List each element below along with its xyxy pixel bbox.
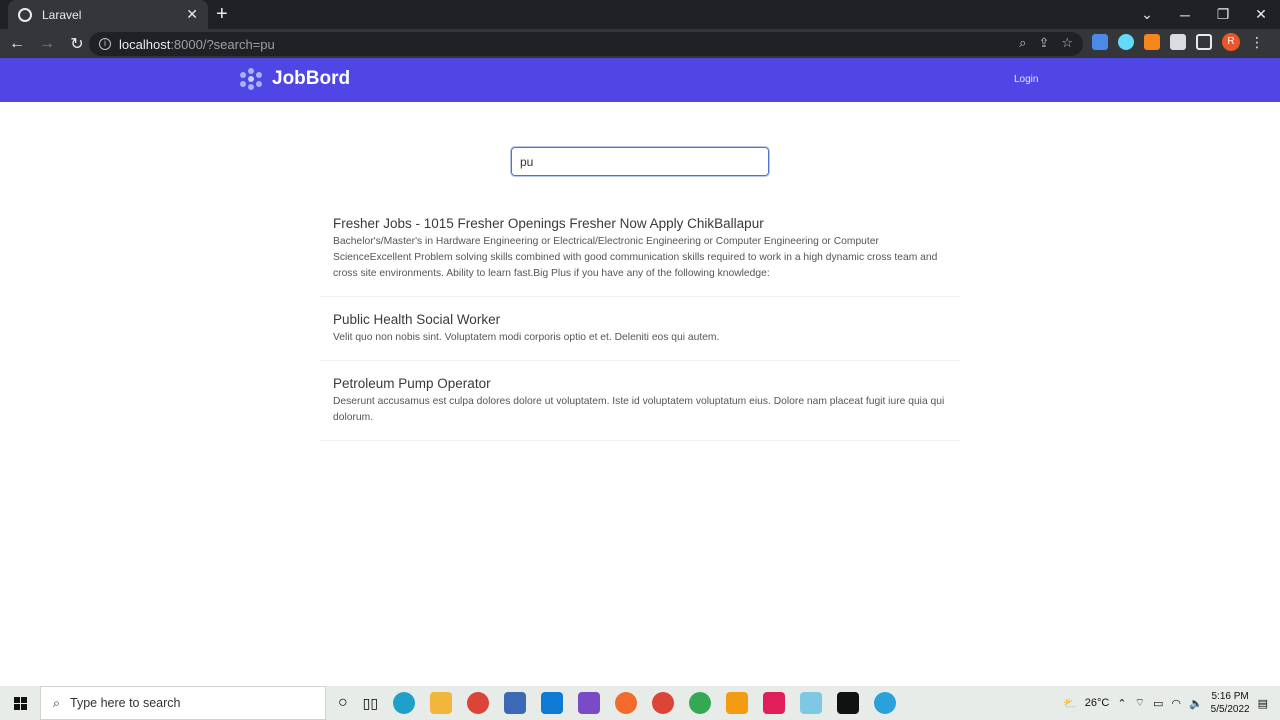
tab-close-icon[interactable]: ✕	[186, 6, 198, 23]
clock-date: 5/5/2022	[1210, 704, 1250, 715]
brand-link[interactable]: JobBord	[240, 68, 350, 90]
job-title[interactable]: Public Health Social Worker	[333, 312, 947, 327]
extensions-puzzle-icon[interactable]	[1170, 34, 1186, 50]
network-icon[interactable]: ⌔	[1135, 696, 1145, 710]
zoom-icon[interactable]: ⌕	[1019, 35, 1026, 51]
sublime-icon[interactable]	[726, 692, 749, 714]
bookmark-star-icon[interactable]: ☆	[1061, 35, 1073, 51]
window-close-icon[interactable]: ✕	[1242, 6, 1280, 23]
job-description: Velit quo non nobis sint. Voluptatem mod…	[333, 332, 720, 343]
extension-icons: R ⋮	[1092, 33, 1264, 51]
chrome-icon[interactable]	[467, 692, 490, 714]
windows-logo-icon	[13, 696, 27, 710]
job-description: Deserunt accusamus est culpa dolores dol…	[333, 396, 945, 423]
clock[interactable]: 5:16 PM 5/5/2022	[1211, 690, 1250, 716]
store-icon[interactable]	[504, 692, 527, 714]
cortana-icon[interactable]: ○	[338, 694, 348, 712]
taskbar-apps: ○ ▯▯	[338, 692, 897, 714]
file-explorer-icon[interactable]	[430, 692, 453, 714]
reload-icon[interactable]: ↻	[64, 34, 90, 54]
system-tray: ⛅ 26°C ⌃ ⌔ ▭ ◠ 🔈 5:16 PM 5/5/2022 ▤	[1063, 686, 1280, 720]
temperature[interactable]: 26°C	[1085, 697, 1110, 709]
share-icon[interactable]: ⇪	[1038, 35, 1049, 51]
minimize-icon[interactable]: ─	[1166, 7, 1204, 23]
brand-name: JobBord	[272, 68, 351, 89]
login-link[interactable]: Login	[1014, 74, 1038, 85]
task-view-icon[interactable]: ▯▯	[363, 695, 378, 712]
job-item[interactable]: Fresher Jobs - 1015 Fresher Openings Fre…	[320, 210, 960, 297]
tab-title: Laravel	[42, 7, 82, 22]
window-controls: ⌄ ─ ❐ ✕	[1128, 0, 1280, 29]
browser-tab-strip: Laravel ✕ + ⌄ ─ ❐ ✕	[0, 0, 1280, 29]
battery-icon[interactable]: ▭	[1153, 697, 1163, 710]
clock-time: 5:16 PM	[1211, 691, 1249, 702]
notepad-icon[interactable]	[800, 692, 823, 714]
postman-icon[interactable]	[615, 692, 638, 714]
chrome-profile-icon[interactable]	[652, 692, 675, 714]
job-item[interactable]: Petroleum Pump Operator Deserunt accusam…	[320, 361, 960, 441]
taskbar-search-box[interactable]: ⌕ Type here to search	[40, 686, 326, 720]
search-input[interactable]	[512, 148, 768, 175]
notifications-icon[interactable]: ▤	[1258, 697, 1268, 710]
job-title[interactable]: Petroleum Pump Operator	[333, 376, 947, 391]
job-results-list: Fresher Jobs - 1015 Fresher Openings Fre…	[320, 210, 960, 441]
metamask-icon[interactable]	[1144, 34, 1160, 50]
new-tab-button[interactable]: +	[216, 3, 228, 26]
url-path: :8000/?search=pu	[170, 36, 275, 52]
extension-person-icon[interactable]	[1092, 34, 1108, 50]
back-icon[interactable]: ←	[4, 35, 30, 53]
react-devtools-icon[interactable]	[1118, 34, 1134, 50]
address-bar[interactable]: i localhost:8000/?search=pu ⌕ ⇪ ☆	[89, 32, 1083, 56]
search-box	[511, 147, 769, 176]
job-title[interactable]: Fresher Jobs - 1015 Fresher Openings Fre…	[333, 216, 947, 231]
chevron-up-icon[interactable]: ⌃	[1117, 697, 1126, 710]
search-icon: ⌕	[53, 695, 61, 710]
globe-icon	[18, 7, 32, 22]
logo-icon	[240, 68, 262, 90]
job-description: Bachelor's/Master's in Hardware Engineer…	[333, 236, 938, 279]
browser-tab[interactable]: Laravel ✕	[8, 0, 208, 29]
slack-icon[interactable]	[763, 692, 786, 714]
job-item[interactable]: Public Health Social Worker Velit quo no…	[320, 297, 960, 361]
weather-icon[interactable]: ⛅	[1063, 697, 1077, 710]
profile-avatar[interactable]: R	[1222, 33, 1240, 51]
site-navbar: JobBord Login	[0, 58, 1280, 102]
taskbar-search-placeholder: Type here to search	[70, 696, 181, 710]
forward-icon[interactable]: →	[34, 35, 60, 53]
browser-toolbar: ← → ↻ i localhost:8000/?search=pu ⌕ ⇪ ☆	[0, 29, 1280, 58]
url-host: localhost	[119, 36, 171, 52]
tab-search-icon[interactable]: ⌄	[1128, 6, 1166, 23]
vscode-icon[interactable]	[541, 692, 564, 714]
edge-icon[interactable]	[393, 692, 416, 714]
chrome-canary-icon[interactable]	[689, 692, 712, 714]
wifi-icon[interactable]: ◠	[1171, 697, 1181, 710]
side-panel-icon[interactable]	[1196, 34, 1212, 50]
maximize-icon[interactable]: ❐	[1204, 6, 1242, 23]
telegram-icon[interactable]	[874, 692, 897, 714]
volume-icon[interactable]: 🔈	[1189, 697, 1203, 710]
menu-dots-icon[interactable]: ⋮	[1250, 34, 1264, 51]
terminal-icon[interactable]	[837, 692, 860, 714]
visual-studio-icon[interactable]	[578, 692, 601, 714]
info-icon[interactable]: i	[99, 38, 111, 50]
start-button[interactable]	[0, 696, 40, 710]
windows-taskbar: ⌕ Type here to search ○ ▯▯ ⛅ 26°C ⌃ ⌔ ▭ …	[0, 686, 1280, 720]
